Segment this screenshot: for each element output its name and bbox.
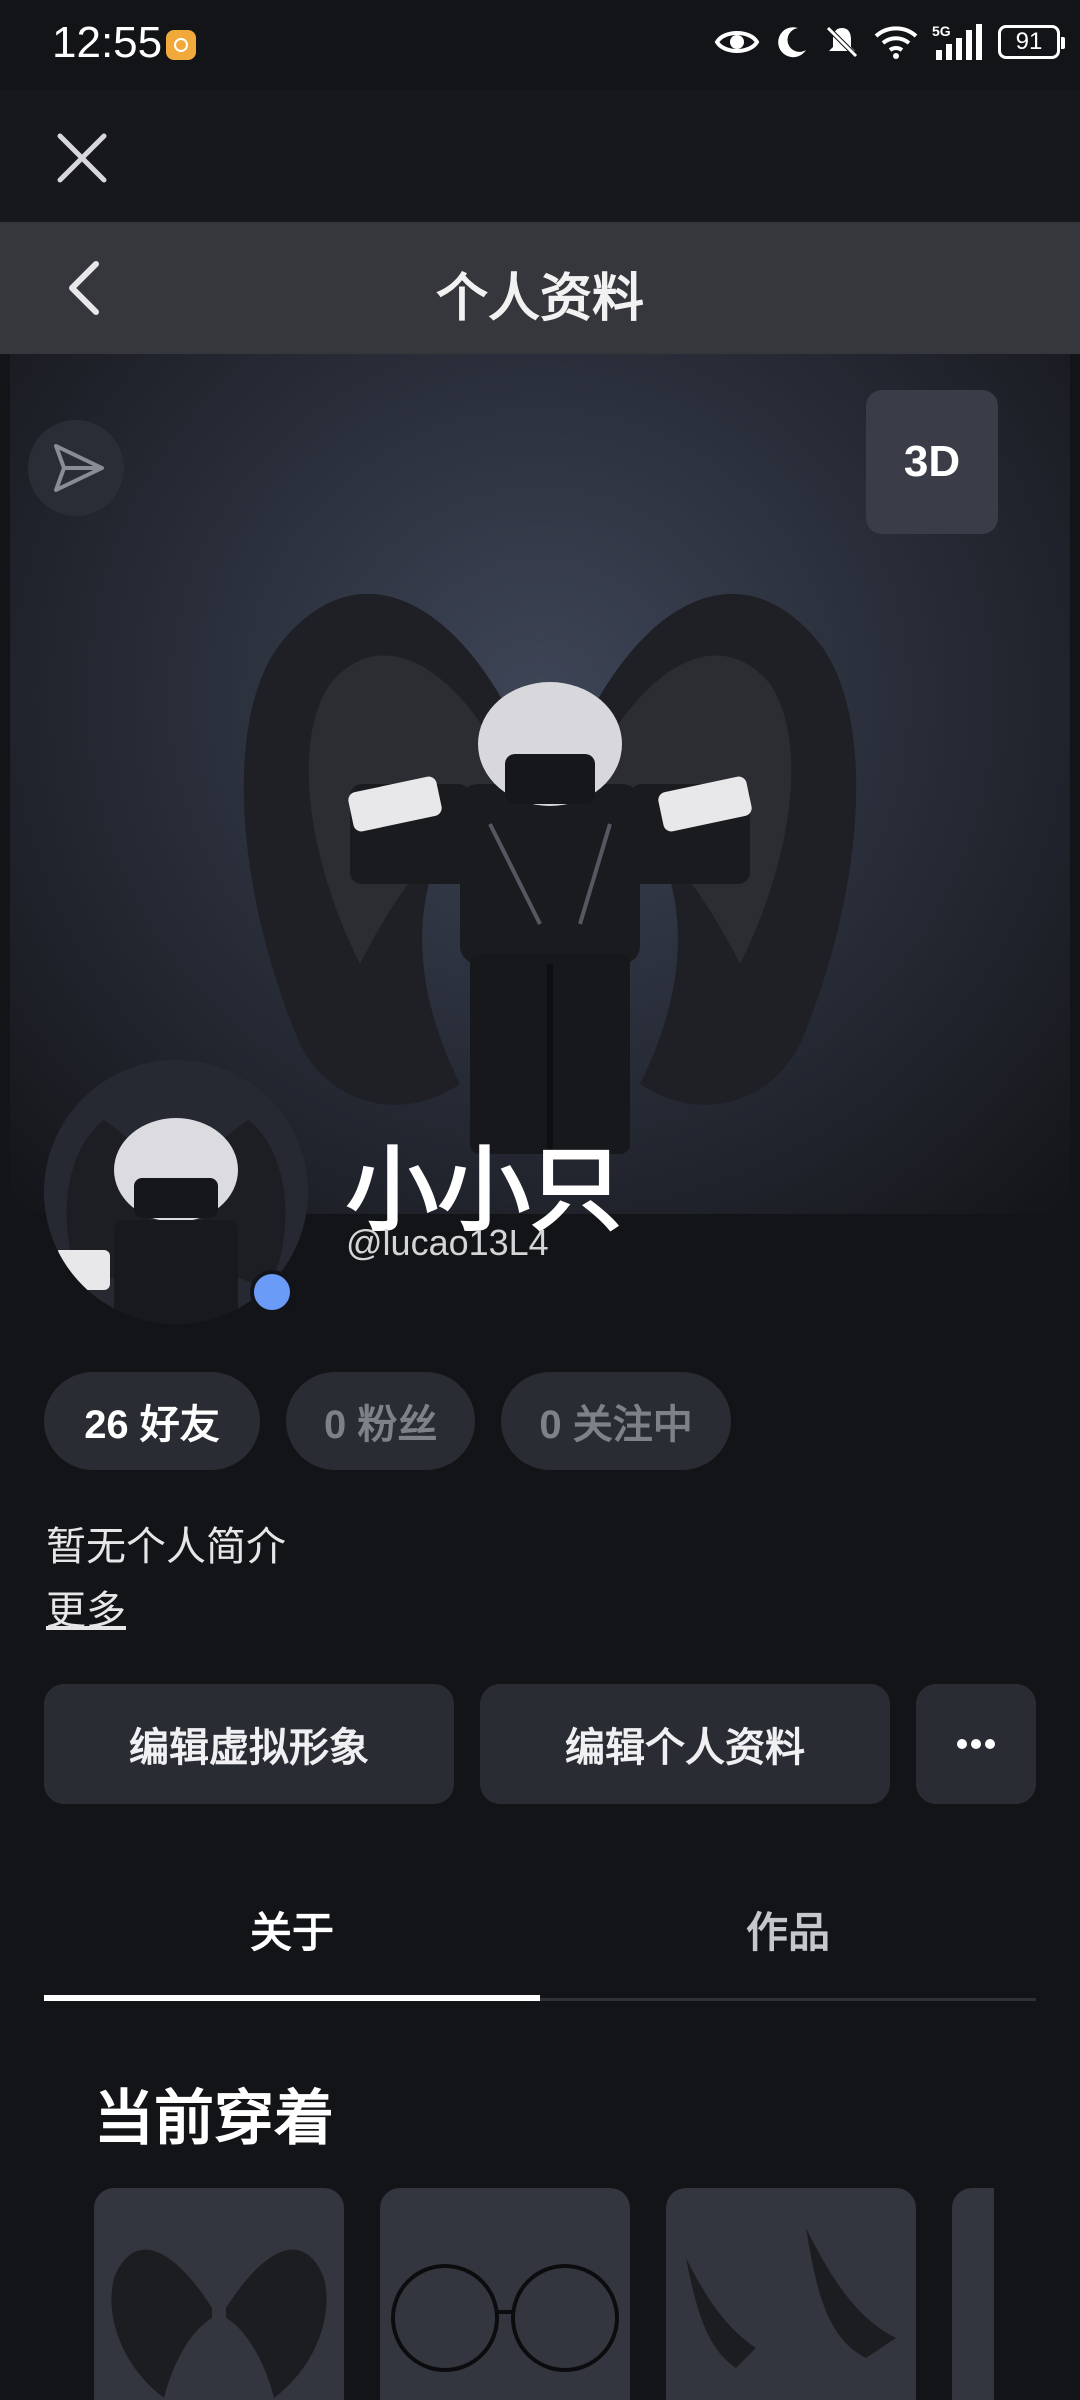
stats-chips: 26 好友 0 粉丝 0 关注中 — [44, 1372, 731, 1470]
moon-icon — [778, 27, 806, 58]
profile-actions: 编辑虚拟形象 编辑个人资料 — [44, 1684, 1036, 1804]
wifi-icon — [874, 26, 918, 59]
tab-active-indicator — [44, 1995, 540, 2001]
tab-about[interactable]: 关于 — [44, 1856, 540, 2002]
black-wings-icon — [111, 2249, 327, 2398]
send-icon — [54, 444, 104, 492]
svg-text:5G: 5G — [932, 23, 951, 39]
status-time: 12:55 — [52, 18, 163, 67]
horns-icon — [686, 2228, 896, 2368]
close-icon[interactable] — [52, 128, 112, 188]
bio-text: 暂无个人简介 — [46, 1525, 286, 1569]
more-link[interactable]: 更多 — [46, 1578, 126, 1636]
section-title: 当前穿着 — [94, 2085, 334, 2152]
share-button[interactable] — [28, 420, 124, 516]
tab-creations[interactable]: 作品 — [540, 1856, 1036, 2002]
edit-avatar-button[interactable]: 编辑虚拟形象 — [44, 1684, 454, 1804]
following-chip[interactable]: 0 关注中 — [501, 1372, 731, 1470]
status-icons: 5G 91 — [714, 22, 1065, 62]
item-card[interactable] — [94, 2188, 344, 2400]
eye-icon — [714, 31, 760, 53]
status-bar: 12:55 5G 91 — [0, 0, 1080, 90]
followers-chip[interactable]: 0 粉丝 — [286, 1372, 476, 1470]
profile-tabs: 关于 作品 — [44, 1856, 1036, 2002]
username: @lucao13L4 — [346, 1222, 549, 1263]
alarm-icon — [166, 30, 196, 60]
item-card-partial[interactable] — [952, 2188, 994, 2400]
battery-icon: 91 — [998, 25, 1065, 59]
wearing-items — [94, 2188, 994, 2400]
close-bar — [0, 90, 1080, 222]
edit-profile-button[interactable]: 编辑个人资料 — [480, 1684, 890, 1804]
more-options-button[interactable] — [916, 1684, 1036, 1804]
avatar-figure — [243, 593, 857, 1154]
item-card[interactable] — [666, 2188, 916, 2400]
round-glasses-icon — [391, 2264, 619, 2372]
online-status-dot — [250, 1270, 294, 1314]
more-horizontal-icon — [957, 1739, 995, 1749]
mute-icon — [826, 26, 858, 58]
5g-signal-icon: 5G — [932, 23, 982, 60]
friends-chip[interactable]: 26 好友 — [44, 1372, 260, 1470]
page-header: 个人资料 — [0, 222, 1080, 354]
item-card[interactable] — [380, 2188, 630, 2400]
page-title: 个人资料 — [435, 270, 644, 328]
